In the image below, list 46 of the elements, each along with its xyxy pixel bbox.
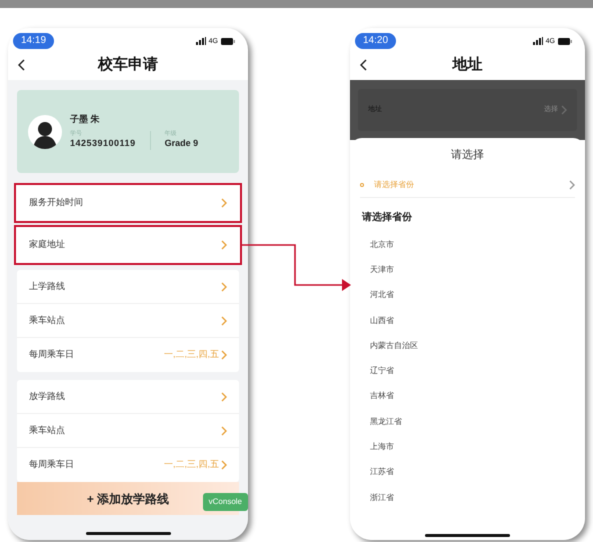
back-icon[interactable] [360,59,367,71]
list-row[interactable]: 上学路线 [17,270,239,304]
province-option[interactable]: 江苏省 [362,460,573,485]
province-option[interactable]: 河北省 [362,282,573,308]
list-row[interactable]: 乘车站点 [17,414,239,448]
chevron-right-icon [221,350,227,360]
province-option[interactable]: 吉林省 [362,384,573,410]
province-option[interactable]: 浙江省 [362,484,573,510]
province-option[interactable]: 上海市 [362,434,573,460]
province-option[interactable]: 山西省 [362,308,573,334]
chevron-right-icon [221,460,227,470]
province-option[interactable]: 内蒙古自治区 [362,333,573,358]
chevron-right-icon [561,105,567,115]
chevron-right-icon [569,180,575,190]
list-row[interactable]: 每周乘车日 一,二,三,四,五 [17,448,239,482]
status-time: 14:19 [13,33,54,49]
status-time: 14:20 [355,33,396,49]
list-row[interactable]: 乘车站点 [17,304,239,338]
row-value: 一,二,三,四,五 [164,458,219,472]
signal-icon [196,37,206,45]
list-row[interactable]: 服务开始时间 [17,185,239,221]
page-title: 地址 [452,54,482,75]
chevron-right-icon [221,198,227,208]
province-option[interactable]: 北京市 [362,232,573,258]
student-id: 142539100119 [70,136,136,150]
province-option[interactable]: 天津市 [362,257,573,283]
back-icon[interactable] [18,59,25,71]
row-value: 一,二,三,四,五 [164,348,219,362]
list-row[interactable]: 家庭地址 [17,227,239,263]
chevron-right-icon [221,282,227,292]
page-title: 校车申请 [98,54,158,75]
student-grade: Grade 9 [164,136,198,150]
battery-icon [558,38,572,44]
sheet-title: 请选择 [450,148,485,163]
list-row[interactable]: 放学路线 [17,380,239,414]
chevron-right-icon [221,392,227,402]
province-option[interactable]: 黑龙江省 [362,409,573,434]
battery-icon [221,38,235,44]
list-row[interactable]: 每周乘车日 一,二,三,四,五 [17,338,239,372]
chevron-right-icon [221,426,227,436]
signal-icon [532,37,543,45]
chevron-right-icon [221,316,227,326]
chevron-right-icon [221,240,227,250]
section-heading: 请选择省份 [362,210,413,224]
province-option[interactable]: 辽宁省 [362,358,573,384]
student-name: 子墨 朱 [70,113,101,126]
